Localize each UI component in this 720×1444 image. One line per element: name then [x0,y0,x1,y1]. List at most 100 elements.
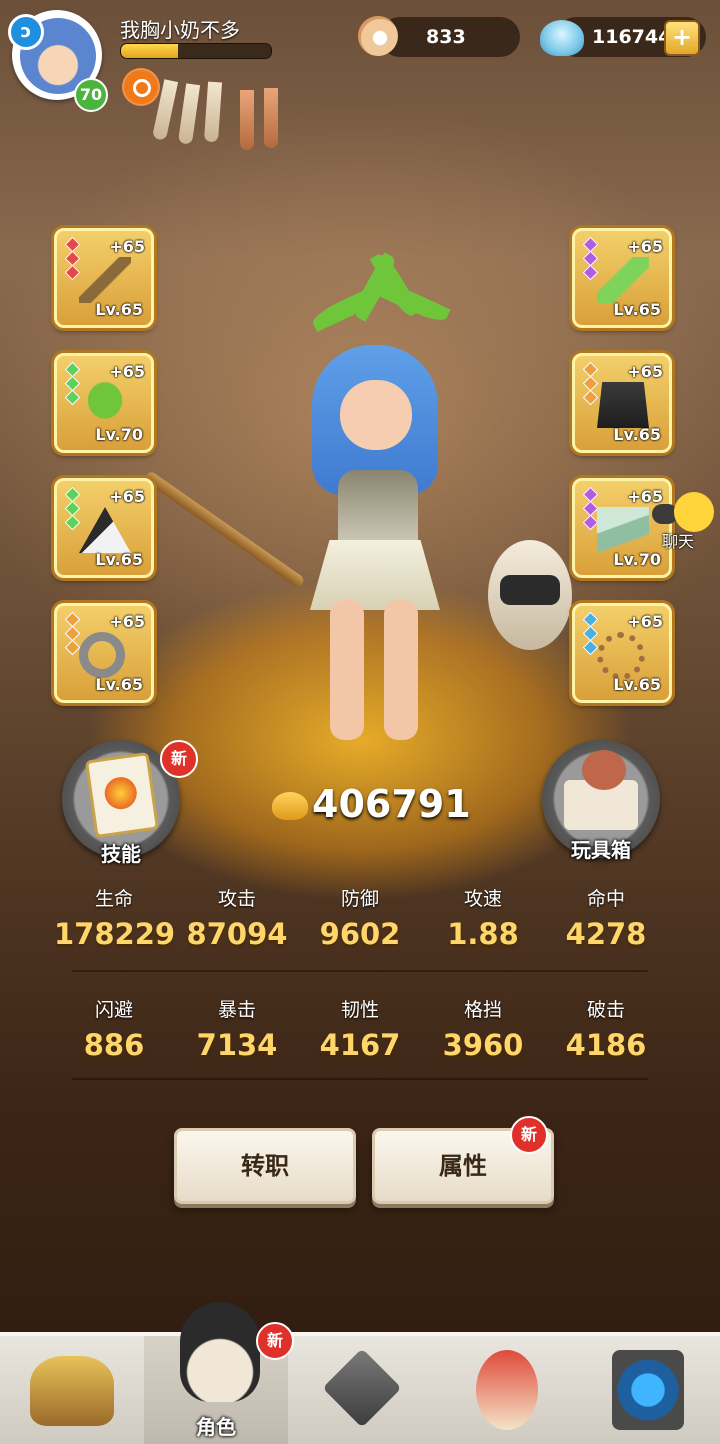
title-medal-icon[interactable] [122,68,160,106]
equip-slot-left-2[interactable]: +65 Lv.70 [54,353,154,453]
item-level: Lv.65 [95,300,143,319]
nav-equipment-tab[interactable] [288,1336,432,1444]
feather-icon [597,257,649,303]
tribe-hut-icon [30,1356,114,1426]
item-level: Lv.70 [95,425,143,444]
stat-name: 格挡 [463,999,502,1021]
nav-portal-tab[interactable] [576,1336,720,1444]
stat-name: 攻击 [217,888,256,910]
item-level: Lv.65 [95,675,143,694]
stat-value: 7134 [196,1028,278,1062]
wooden-staff-icon [79,257,131,303]
stat-value: 9602 [319,917,401,951]
xp-bar [120,43,272,59]
bead-necklace-icon [597,632,645,680]
stat-toughness: 韧性 4167 [300,995,420,1062]
skill-new-badge: 新 [160,740,198,778]
hero-left-leg [330,600,364,740]
stats-divider-bottom [72,1078,648,1080]
egg-eyes [500,575,560,605]
portal-gate-icon [612,1350,684,1430]
stat-pierce: 破击 4186 [546,995,666,1062]
stat-value: 87094 [186,917,288,951]
stat-name: 生命 [94,888,133,910]
stat-value: 178229 [54,917,176,951]
sword-shield-icon [322,1348,402,1428]
stone-ring-icon [79,632,125,678]
chat-label: 聊天 [662,532,695,551]
equip-slot-left-1[interactable]: +65 Lv.65 [54,228,154,328]
chat-emoji-icon [674,492,714,532]
item-level: Lv.70 [613,550,661,569]
fang-armor-icon [79,507,131,553]
pearl-amount: 833 [426,26,466,48]
toybox-label: 玩具箱 [571,838,631,862]
player-level-badge: 70 [74,78,108,112]
stat-value: 4278 [565,917,647,951]
stat-value: 1.88 [447,917,519,951]
stat-value: 886 [83,1028,145,1062]
shell-amount: 116744 [592,26,672,48]
hero-right-leg [384,600,418,740]
item-level: Lv.65 [95,550,143,569]
chat-button[interactable] [652,492,716,532]
stat-block: 格挡 3960 [423,995,543,1062]
equip-slot-left-4[interactable]: +65 Lv.65 [54,603,154,703]
boar-toy-icon [582,750,626,790]
pearl-currency: 833 [380,17,520,57]
item-level: Lv.65 [613,425,661,444]
bandage-boots-icon [597,507,649,553]
add-currency-button[interactable]: + [664,20,700,56]
stat-attack-speed: 攻速 1.88 [423,884,543,951]
leaf-sprout-icon [79,382,131,428]
nav-tribe-tab[interactable] [0,1336,144,1444]
combat-power: 406791 [312,782,471,826]
item-level: Lv.65 [613,300,661,319]
enhance-level: +65 [627,237,663,256]
stat-name: 攻速 [463,888,502,910]
equip-slot-right-1[interactable]: +65 Lv.65 [572,228,672,328]
nav-pet-tab[interactable] [432,1336,576,1444]
equip-slot-right-2[interactable]: +65 Lv.65 [572,353,672,453]
stat-attack: 攻击 87094 [177,884,297,951]
blue-shell-icon [540,20,584,56]
enhance-level: +65 [109,612,145,631]
stat-name: 闪避 [94,999,133,1021]
fur-skirt-icon [597,382,649,428]
enhance-level: +65 [627,612,663,631]
player-name: 我胸小奶不多 [120,18,240,42]
stat-dodge: 闪避 886 [54,995,174,1062]
pearl-shell-icon [358,16,398,56]
stat-name: 破击 [586,999,625,1021]
role-skull-mask-icon [180,1302,260,1402]
attributes-new-badge: 新 [510,1116,548,1154]
dino-pet-icon [476,1350,538,1430]
vip-swirl-icon: ↄ [8,14,44,50]
hero-face [340,380,412,450]
enhance-level: +65 [627,362,663,381]
fang-string-decoration [151,79,318,160]
enhance-level: +65 [109,362,145,381]
stat-crit: 暴击 7134 [177,995,297,1062]
stat-value: 4186 [565,1028,647,1062]
bottom-nav: 角色 新 [0,1302,720,1444]
equip-slot-left-3[interactable]: +65 Lv.65 [54,478,154,578]
job-change-button[interactable]: 转职 [174,1128,356,1204]
nav-role-label: 角色 [196,1415,236,1439]
xp-bar-fill [121,44,178,58]
hero-sprout-icon [300,250,460,350]
stat-name: 防御 [340,888,379,910]
hero-skirt [310,540,440,610]
item-level: Lv.65 [613,675,661,694]
stat-value: 3960 [442,1028,524,1062]
stat-name: 命中 [586,888,625,910]
stats-divider [72,970,648,972]
stat-accuracy: 命中 4278 [546,884,666,951]
stat-name: 韧性 [340,999,379,1021]
skill-label: 技能 [101,842,141,866]
enhance-level: +65 [109,487,145,506]
enhance-level: +65 [109,237,145,256]
equip-slot-right-4[interactable]: +65 Lv.65 [572,603,672,703]
stat-value: 4167 [319,1028,401,1062]
power-arm-icon [272,792,308,820]
